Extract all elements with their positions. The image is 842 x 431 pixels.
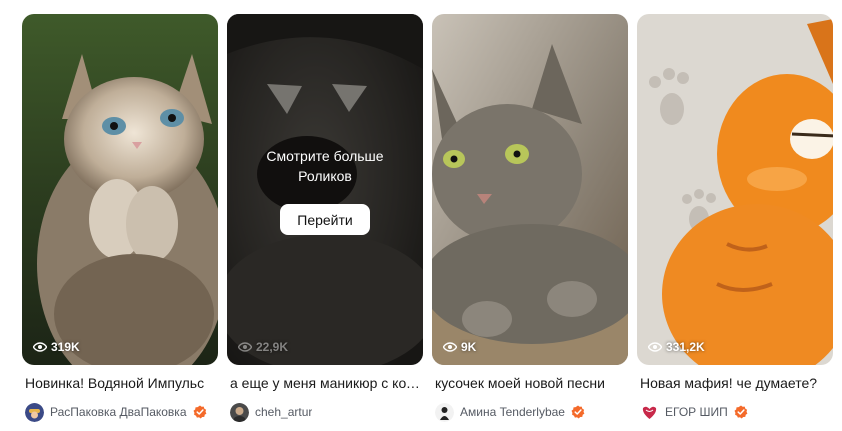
view-count: 22,9K	[238, 340, 288, 354]
view-count-text: 319K	[51, 340, 80, 354]
view-count-text: 22,9K	[256, 340, 289, 354]
author-link[interactable]: РасПаковка ДваПаковка	[25, 402, 207, 422]
view-count: 319K	[33, 340, 80, 354]
verified-badge-icon	[571, 405, 585, 419]
eye-icon	[443, 342, 457, 352]
video-title[interactable]: Новинка! Водяной Импульс	[25, 375, 220, 391]
video-card[interactable]: 9K кусочек моей новой песни Амина Tender…	[432, 14, 628, 430]
verified-badge-icon	[193, 405, 206, 419]
view-count-text: 9K	[461, 340, 477, 354]
author-name: cheh_artur	[255, 405, 313, 419]
view-count: 331,2K	[648, 340, 705, 354]
kitten-thumbnail-image	[22, 14, 218, 365]
video-thumbnail[interactable]: 9K	[432, 14, 628, 365]
avatar	[640, 402, 659, 422]
eye-icon	[33, 342, 47, 352]
more-videos-text: Смотрите больше Роликов	[266, 148, 384, 184]
tabby-cat-thumbnail-image	[432, 14, 628, 365]
video-thumbnail[interactable]: 319K	[22, 14, 218, 365]
avatar	[25, 402, 44, 422]
video-thumbnail[interactable]: Смотрите больше Роликов Перейти 22,9K	[227, 14, 423, 365]
eye-icon	[648, 342, 662, 352]
author-link[interactable]: Амина Tenderlybae	[435, 402, 585, 422]
avatar	[435, 402, 454, 422]
video-card[interactable]: 331,2K Новая мафия! че думаете? ЕГОР ШИП	[637, 14, 833, 430]
author-link[interactable]: cheh_artur	[230, 402, 312, 422]
video-thumbnail[interactable]: 331,2K	[637, 14, 833, 365]
video-card[interactable]: 319K Новинка! Водяной Импульс РасПаковка…	[22, 14, 218, 430]
verified-badge-icon	[734, 405, 748, 419]
more-videos-overlay: Смотрите больше Роликов Перейти	[227, 14, 423, 365]
video-card[interactable]: Смотрите больше Роликов Перейти 22,9K а …	[227, 14, 425, 430]
author-link[interactable]: ЕГОР ШИП	[640, 402, 748, 422]
video-title[interactable]: кусочек моей новой песни	[435, 375, 630, 391]
avatar	[230, 402, 249, 422]
eye-icon	[238, 342, 252, 352]
author-name: Амина Tenderlybae	[460, 405, 565, 419]
go-button[interactable]: Перейти	[280, 204, 370, 235]
video-title[interactable]: Новая мафия! че думаете?	[640, 375, 835, 391]
view-count: 9K	[443, 340, 476, 354]
video-title[interactable]: а еще у меня маникюр с котом	[230, 375, 425, 391]
view-count-text: 331,2K	[666, 340, 705, 354]
garfield-thumbnail-image	[637, 14, 833, 365]
author-name: ЕГОР ШИП	[665, 405, 728, 419]
author-name: РасПаковка ДваПаковка	[50, 405, 187, 419]
